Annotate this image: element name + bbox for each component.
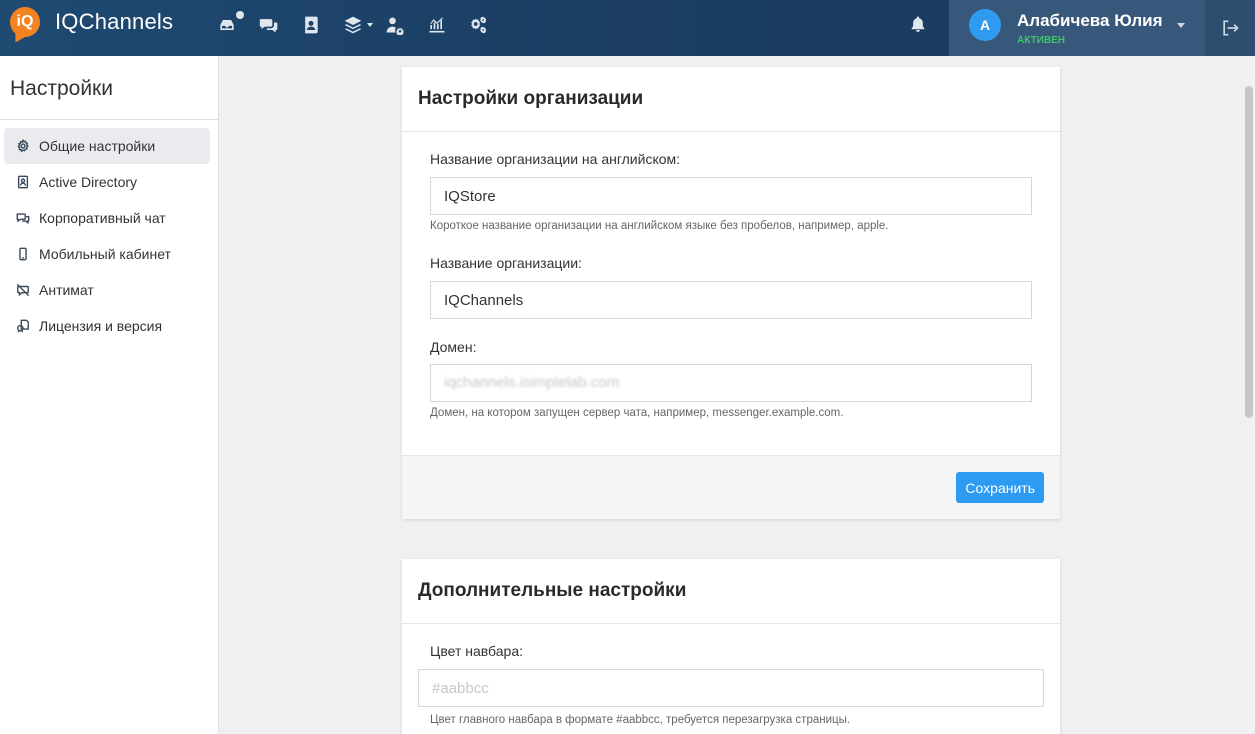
- navbar-color-input[interactable]: [418, 669, 1044, 707]
- sidebar-item-license[interactable]: Лицензия и версия: [4, 308, 210, 344]
- nav-icons: [216, 11, 510, 36]
- sidebar-item-label: Active Directory: [39, 174, 138, 190]
- card-title: Настройки организации: [418, 88, 644, 109]
- english-name-input[interactable]: [430, 177, 1032, 215]
- sidebar: Настройки Общие настройки Active Directo…: [0, 56, 219, 734]
- card-header: Настройки организации: [402, 67, 1060, 132]
- org-settings-card: Настройки организации Название организац…: [402, 67, 1060, 519]
- sidebar-item-label: Антимат: [39, 282, 94, 298]
- sidebar-item-label: Общие настройки: [39, 138, 156, 154]
- settings-icon[interactable]: [468, 14, 490, 36]
- gear-icon: [17, 139, 29, 153]
- user-menu[interactable]: А Алабичева Юлия АКТИВЕН: [949, 0, 1205, 56]
- inbox-icon[interactable]: [216, 11, 244, 36]
- logout-button[interactable]: [1205, 0, 1255, 56]
- bell-icon[interactable]: [909, 15, 927, 33]
- sidebar-item-antimat[interactable]: Антимат: [4, 272, 210, 308]
- org-name-input[interactable]: [430, 281, 1032, 319]
- contacts-icon[interactable]: [300, 14, 322, 36]
- card-title: Дополнительные настройки: [418, 580, 687, 601]
- chat-bubbles-icon: [16, 213, 30, 225]
- sidebar-item-active-directory[interactable]: Active Directory: [4, 164, 210, 200]
- divider: [0, 119, 218, 120]
- english-name-help: Короткое название организации на английс…: [430, 220, 889, 232]
- chats-icon[interactable]: [258, 14, 280, 36]
- brand-logo: iQ: [10, 7, 40, 37]
- org-name-label: Название организации:: [430, 255, 582, 271]
- user-status: АКТИВЕН: [1017, 35, 1065, 46]
- navbar-color-label: Цвет навбара:: [430, 643, 524, 659]
- notification-dot: [236, 11, 244, 19]
- save-button[interactable]: Сохранить: [956, 472, 1044, 503]
- card-footer: Сохранить: [402, 455, 1060, 519]
- domain-input[interactable]: iqchannels.isimplelab.com: [430, 364, 1032, 402]
- logout-icon: [1223, 20, 1239, 36]
- english-name-label: Название организации на английском:: [430, 151, 681, 167]
- sidebar-item-label: Лицензия и версия: [39, 318, 163, 334]
- navbar-color-help: Цвет главного навбара в формате #aabbcc,…: [430, 714, 851, 726]
- sidebar-title: Настройки: [10, 77, 113, 100]
- scrollbar-thumb[interactable]: [1245, 86, 1253, 418]
- sidebar-item-corporate-chat[interactable]: Корпоративный чат: [4, 200, 210, 236]
- main-content: Настройки организации Название организац…: [219, 56, 1243, 734]
- domain-value: iqchannels.isimplelab.com: [444, 374, 620, 391]
- layers-icon[interactable]: [342, 14, 373, 36]
- sidebar-item-label: Мобильный кабинет: [39, 246, 171, 262]
- user-name: Алабичева Юлия: [1017, 11, 1163, 30]
- license-icon: [17, 319, 29, 333]
- sidebar-item-mobile-cabinet[interactable]: Мобильный кабинет: [4, 236, 210, 272]
- sidebar-item-general-settings[interactable]: Общие настройки: [4, 128, 210, 164]
- scrollbar[interactable]: [1243, 56, 1255, 734]
- muted-comment-icon: [16, 283, 30, 297]
- card-header: Дополнительные настройки: [402, 559, 1060, 624]
- mobile-icon: [19, 247, 27, 261]
- extra-settings-card: Дополнительные настройки Цвет навбара: Ц…: [402, 559, 1060, 734]
- address-book-icon: [17, 175, 29, 189]
- domain-label: Домен:: [430, 339, 477, 355]
- users-settings-icon[interactable]: [384, 14, 406, 36]
- chevron-down-icon: [1177, 23, 1185, 28]
- sidebar-menu: Общие настройки Active Directory Корпора…: [4, 128, 210, 344]
- brand[interactable]: iQ IQChannels: [10, 7, 173, 37]
- analytics-icon[interactable]: [426, 14, 448, 36]
- avatar: А: [969, 9, 1001, 41]
- brand-name: IQChannels: [55, 9, 174, 34]
- domain-help: Домен, на котором запущен сервер чата, н…: [430, 407, 844, 419]
- sidebar-item-label: Корпоративный чат: [39, 210, 166, 226]
- top-navbar: iQ IQChannels А Алабичева Юлия АКТИВЕН: [0, 0, 1255, 56]
- dropdown-caret: [367, 23, 373, 27]
